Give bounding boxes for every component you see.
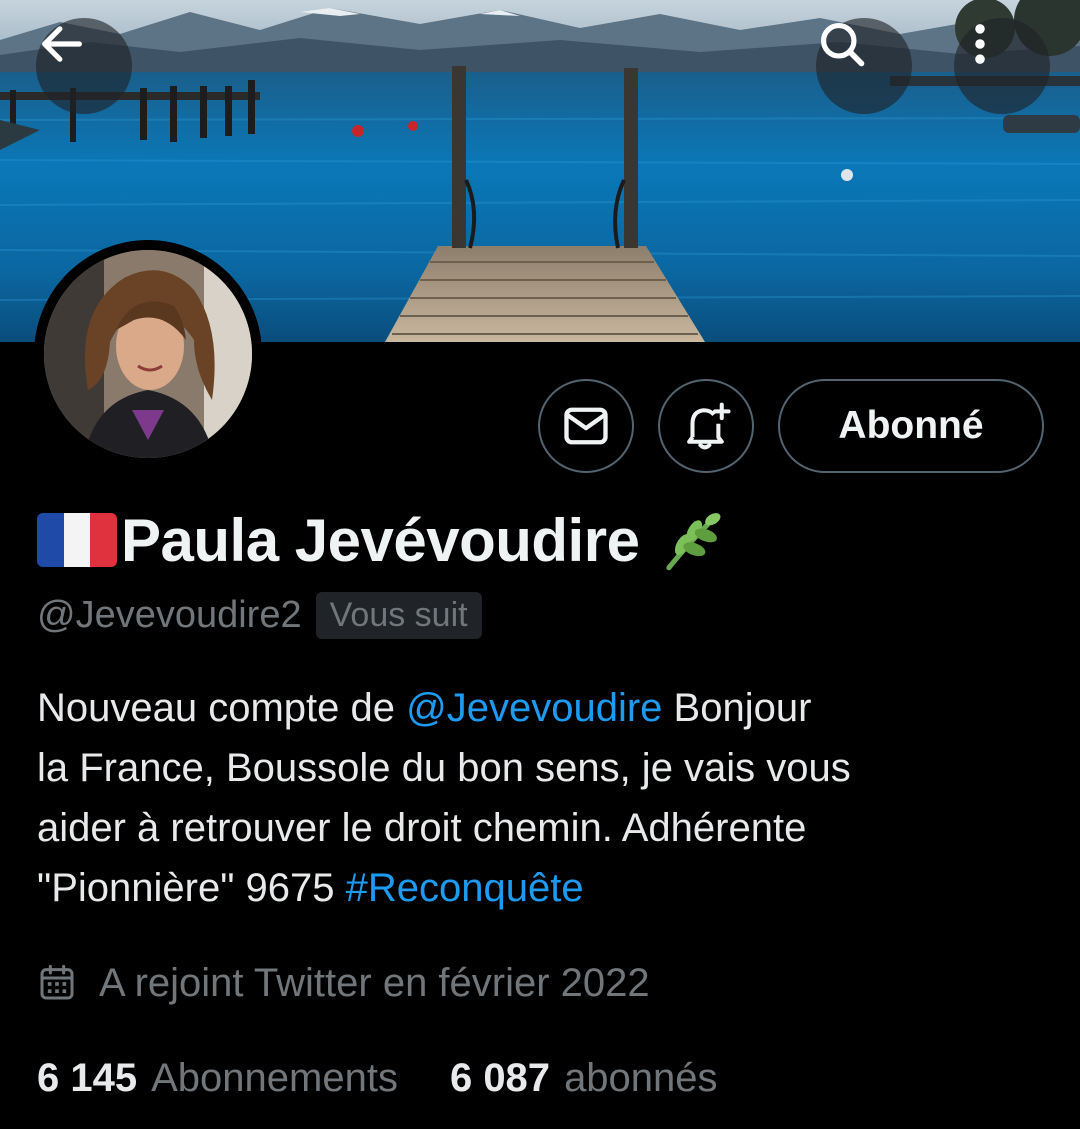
followers-stat-link[interactable]: 6 087 abonnés (450, 1056, 718, 1101)
more-options-button[interactable] (954, 18, 1050, 114)
portrait-illustration (44, 250, 252, 458)
calendar-icon (40, 964, 74, 1000)
search-icon (820, 22, 865, 67)
bio-text: "Pionnière" 9675 (37, 866, 346, 910)
avatar-image (44, 250, 252, 458)
bio-text: Nouveau compte de (37, 686, 407, 730)
notifications-button[interactable] (658, 379, 754, 473)
herb-leaf-icon (655, 503, 729, 577)
profile-handle: @Jevevoudire2 (37, 593, 302, 636)
display-name: Paula Jevévoudire (121, 506, 640, 574)
profile-screen: Abonné Paula Jevévoudire @Jevevoudire2 V… (0, 0, 1080, 1129)
joined-date-text: A rejoint Twitter en février 2022 (99, 960, 650, 1005)
bio-line-3: aider à retrouver le droit chemin. Adhér… (37, 806, 807, 850)
followers-count: 6 087 (449, 1055, 551, 1100)
arrow-left-icon (42, 26, 82, 62)
back-button[interactable] (36, 18, 132, 114)
bio-mention-link[interactable]: @Jevevoudire (406, 686, 662, 730)
search-button[interactable] (816, 18, 912, 114)
bio-line-1: Nouveau compte de @Jevevoudire Bonjour (37, 678, 1037, 738)
bio-hashtag-link[interactable]: #Reconquête (346, 866, 584, 910)
bio-text: Bonjour (662, 686, 812, 730)
bio-line-2: la France, Boussole du bon sens, je vais… (37, 746, 851, 790)
france-flag-icon (37, 513, 117, 567)
mail-icon (564, 407, 608, 445)
followers-label: abonnés (564, 1055, 718, 1100)
bell-plus-icon (687, 402, 731, 450)
more-vertical-icon (975, 24, 985, 64)
joined-date-row: A rejoint Twitter en février 2022 (37, 953, 650, 1013)
follow-stats: 6 145 Abonnements 6 087 abonnés (37, 1048, 718, 1108)
bio-line-4: "Pionnière" 9675 #Reconquête (37, 858, 1037, 918)
profile-avatar[interactable] (34, 240, 262, 468)
following-count: 6 145 (37, 1055, 138, 1100)
message-button[interactable] (538, 379, 634, 473)
follows-you-badge: Vous suit (315, 591, 482, 639)
handle-row: @Jevevoudire2 Vous suit (37, 588, 482, 642)
following-button[interactable]: Abonné (778, 379, 1044, 473)
following-label: Abonnements (151, 1055, 398, 1100)
profile-name-row: Paula Jevévoudire (37, 500, 729, 580)
following-stat-link[interactable]: 6 145 Abonnements (37, 1056, 398, 1101)
profile-bio: Nouveau compte de @Jevevoudire Bonjour l… (37, 678, 1037, 918)
